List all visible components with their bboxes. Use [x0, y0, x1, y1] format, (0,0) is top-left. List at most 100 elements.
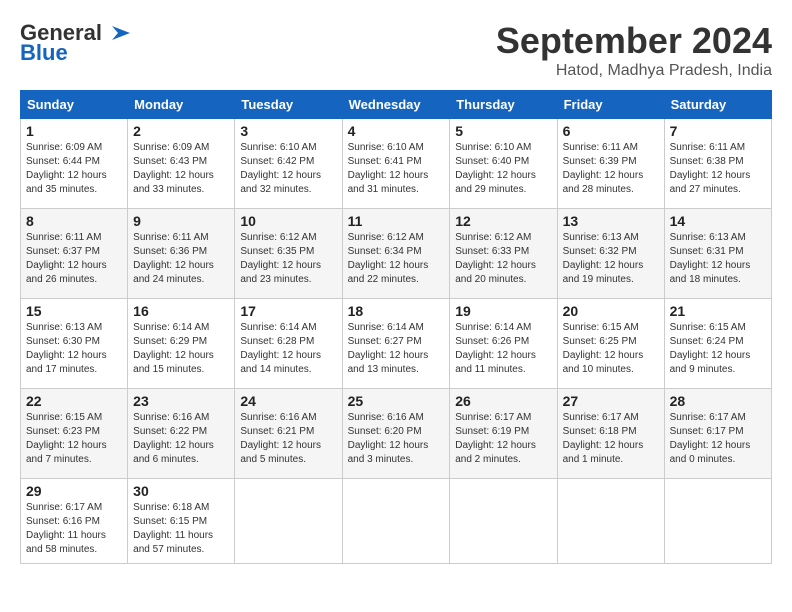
calendar-header-monday: Monday: [128, 91, 235, 119]
calendar-cell-day-24: 24Sunrise: 6:16 AM Sunset: 6:21 PM Dayli…: [235, 389, 342, 479]
calendar-week-1: 1Sunrise: 6:09 AM Sunset: 6:44 PM Daylig…: [21, 119, 772, 209]
logo-blue: Blue: [20, 40, 68, 66]
calendar-cell-day-16: 16 Sunrise: 6:14 AM Sunset: 6:29 PM Dayli…: [128, 299, 235, 389]
day-number: 30: [133, 483, 229, 499]
calendar-cell-day-19: 19 Sunrise: 6:14 AM Sunset: 6:26 PM Dayli…: [450, 299, 557, 389]
calendar-cell-day-28: 28 Sunrise: 6:17 AM Sunset: 6:17 PM Dayli…: [664, 389, 771, 479]
calendar-header-sunday: Sunday: [21, 91, 128, 119]
calendar-cell-day-30: 30 Sunrise: 6:18 AM Sunset: 6:15 PM Dayli…: [128, 479, 235, 564]
day-info: Sunrise: 6:11 AM Sunset: 6:38 PM Dayligh…: [670, 141, 766, 197]
calendar-header-tuesday: Tuesday: [235, 91, 342, 119]
calendar-cell-day-empty: [557, 479, 664, 564]
calendar-cell-day-6: 6 Sunrise: 6:11 AM Sunset: 6:39 PM Daylig…: [557, 119, 664, 209]
day-number: 10: [240, 213, 336, 229]
day-info: Sunrise: 6:11 AM Sunset: 6:37 PM Dayligh…: [26, 231, 122, 287]
day-info: Sunrise: 6:14 AM Sunset: 6:26 PM Dayligh…: [455, 321, 551, 377]
day-info: Sunrise: 6:12 AM Sunset: 6:34 PM Dayligh…: [348, 231, 445, 287]
day-number: 4: [348, 123, 445, 139]
day-info: Sunrise: 6:12 AM Sunset: 6:33 PM Dayligh…: [455, 231, 551, 287]
calendar-week-5: 29Sunrise: 6:17 AM Sunset: 6:16 PM Dayli…: [21, 479, 772, 564]
location-title: Hatod, Madhya Pradesh, India: [496, 62, 772, 80]
day-number: 26: [455, 393, 551, 409]
day-info: Sunrise: 6:18 AM Sunset: 6:15 PM Dayligh…: [133, 501, 229, 557]
day-number: 27: [563, 393, 659, 409]
day-number: 16: [133, 303, 229, 319]
calendar-header-wednesday: Wednesday: [342, 91, 450, 119]
calendar-cell-day-20: 20 Sunrise: 6:15 AM Sunset: 6:25 PM Dayli…: [557, 299, 664, 389]
day-info: Sunrise: 6:14 AM Sunset: 6:27 PM Dayligh…: [348, 321, 445, 377]
day-number: 1: [26, 123, 122, 139]
day-number: 15: [26, 303, 122, 319]
day-number: 12: [455, 213, 551, 229]
calendar-cell-day-15: 15 Sunrise: 6:13 AM Sunset: 6:30 PM Dayli…: [21, 299, 128, 389]
calendar-cell-day-empty: [342, 479, 450, 564]
day-info: Sunrise: 6:11 AM Sunset: 6:39 PM Dayligh…: [563, 141, 659, 197]
month-title: September 2024: [496, 20, 772, 62]
day-number: 20: [563, 303, 659, 319]
calendar-cell-day-29: 29Sunrise: 6:17 AM Sunset: 6:16 PM Dayli…: [21, 479, 128, 564]
day-number: 7: [670, 123, 766, 139]
calendar-week-3: 15 Sunrise: 6:13 AM Sunset: 6:30 PM Dayli…: [21, 299, 772, 389]
calendar-cell-day-18: 18 Sunrise: 6:14 AM Sunset: 6:27 PM Dayli…: [342, 299, 450, 389]
day-info: Sunrise: 6:13 AM Sunset: 6:32 PM Dayligh…: [563, 231, 659, 287]
calendar-header-thursday: Thursday: [450, 91, 557, 119]
day-number: 14: [670, 213, 766, 229]
day-number: 23: [133, 393, 229, 409]
calendar-cell-day-26: 26 Sunrise: 6:17 AM Sunset: 6:19 PM Dayli…: [450, 389, 557, 479]
day-number: 21: [670, 303, 766, 319]
day-info: Sunrise: 6:12 AM Sunset: 6:35 PM Dayligh…: [240, 231, 336, 287]
calendar-cell-day-14: 14Sunrise: 6:13 AM Sunset: 6:31 PM Dayli…: [664, 209, 771, 299]
day-number: 3: [240, 123, 336, 139]
day-info: Sunrise: 6:13 AM Sunset: 6:30 PM Dayligh…: [26, 321, 122, 377]
logo-icon: [104, 22, 136, 44]
calendar-cell-day-11: 11 Sunrise: 6:12 AM Sunset: 6:34 PM Dayli…: [342, 209, 450, 299]
calendar-cell-day-13: 13Sunrise: 6:13 AM Sunset: 6:32 PM Dayli…: [557, 209, 664, 299]
calendar-cell-day-22: 22Sunrise: 6:15 AM Sunset: 6:23 PM Dayli…: [21, 389, 128, 479]
day-info: Sunrise: 6:11 AM Sunset: 6:36 PM Dayligh…: [133, 231, 229, 287]
day-info: Sunrise: 6:16 AM Sunset: 6:20 PM Dayligh…: [348, 411, 445, 467]
day-info: Sunrise: 6:14 AM Sunset: 6:29 PM Dayligh…: [133, 321, 229, 377]
calendar-cell-day-5: 5 Sunrise: 6:10 AM Sunset: 6:40 PM Daylig…: [450, 119, 557, 209]
calendar-cell-day-12: 12 Sunrise: 6:12 AM Sunset: 6:33 PM Dayli…: [450, 209, 557, 299]
calendar-cell-day-1: 1Sunrise: 6:09 AM Sunset: 6:44 PM Daylig…: [21, 119, 128, 209]
day-number: 11: [348, 213, 445, 229]
day-info: Sunrise: 6:14 AM Sunset: 6:28 PM Dayligh…: [240, 321, 336, 377]
day-info: Sunrise: 6:15 AM Sunset: 6:25 PM Dayligh…: [563, 321, 659, 377]
day-number: 8: [26, 213, 122, 229]
day-number: 18: [348, 303, 445, 319]
day-info: Sunrise: 6:15 AM Sunset: 6:24 PM Dayligh…: [670, 321, 766, 377]
calendar-cell-day-2: 2Sunrise: 6:09 AM Sunset: 6:43 PM Daylig…: [128, 119, 235, 209]
calendar-cell-day-empty: [450, 479, 557, 564]
calendar-cell-day-empty: [235, 479, 342, 564]
calendar-cell-day-8: 8 Sunrise: 6:11 AM Sunset: 6:37 PM Daylig…: [21, 209, 128, 299]
day-info: Sunrise: 6:10 AM Sunset: 6:41 PM Dayligh…: [348, 141, 445, 197]
day-info: Sunrise: 6:10 AM Sunset: 6:40 PM Dayligh…: [455, 141, 551, 197]
day-number: 22: [26, 393, 122, 409]
day-info: Sunrise: 6:17 AM Sunset: 6:17 PM Dayligh…: [670, 411, 766, 467]
day-number: 5: [455, 123, 551, 139]
day-number: 6: [563, 123, 659, 139]
day-info: Sunrise: 6:10 AM Sunset: 6:42 PM Dayligh…: [240, 141, 336, 197]
calendar-week-2: 8 Sunrise: 6:11 AM Sunset: 6:37 PM Daylig…: [21, 209, 772, 299]
calendar-cell-day-7: 7 Sunrise: 6:11 AM Sunset: 6:38 PM Daylig…: [664, 119, 771, 209]
calendar-week-4: 22Sunrise: 6:15 AM Sunset: 6:23 PM Dayli…: [21, 389, 772, 479]
day-info: Sunrise: 6:16 AM Sunset: 6:21 PM Dayligh…: [240, 411, 336, 467]
day-info: Sunrise: 6:17 AM Sunset: 6:19 PM Dayligh…: [455, 411, 551, 467]
day-info: Sunrise: 6:09 AM Sunset: 6:43 PM Dayligh…: [133, 141, 229, 197]
calendar-table: SundayMondayTuesdayWednesdayThursdayFrid…: [20, 90, 772, 564]
calendar-cell-day-9: 9Sunrise: 6:11 AM Sunset: 6:36 PM Daylig…: [128, 209, 235, 299]
calendar-cell-day-empty: [664, 479, 771, 564]
day-info: Sunrise: 6:16 AM Sunset: 6:22 PM Dayligh…: [133, 411, 229, 467]
calendar-cell-day-10: 10 Sunrise: 6:12 AM Sunset: 6:35 PM Dayli…: [235, 209, 342, 299]
logo: General Blue: [20, 20, 136, 66]
calendar-cell-day-27: 27 Sunrise: 6:17 AM Sunset: 6:18 PM Dayli…: [557, 389, 664, 479]
day-number: 19: [455, 303, 551, 319]
calendar-header-friday: Friday: [557, 91, 664, 119]
day-info: Sunrise: 6:17 AM Sunset: 6:18 PM Dayligh…: [563, 411, 659, 467]
day-number: 28: [670, 393, 766, 409]
calendar-cell-day-3: 3 Sunrise: 6:10 AM Sunset: 6:42 PM Daylig…: [235, 119, 342, 209]
day-number: 25: [348, 393, 445, 409]
calendar-cell-day-25: 25 Sunrise: 6:16 AM Sunset: 6:20 PM Dayli…: [342, 389, 450, 479]
page-header: General Blue September 2024 Hatod, Madhy…: [20, 20, 772, 80]
calendar-cell-day-4: 4 Sunrise: 6:10 AM Sunset: 6:41 PM Daylig…: [342, 119, 450, 209]
